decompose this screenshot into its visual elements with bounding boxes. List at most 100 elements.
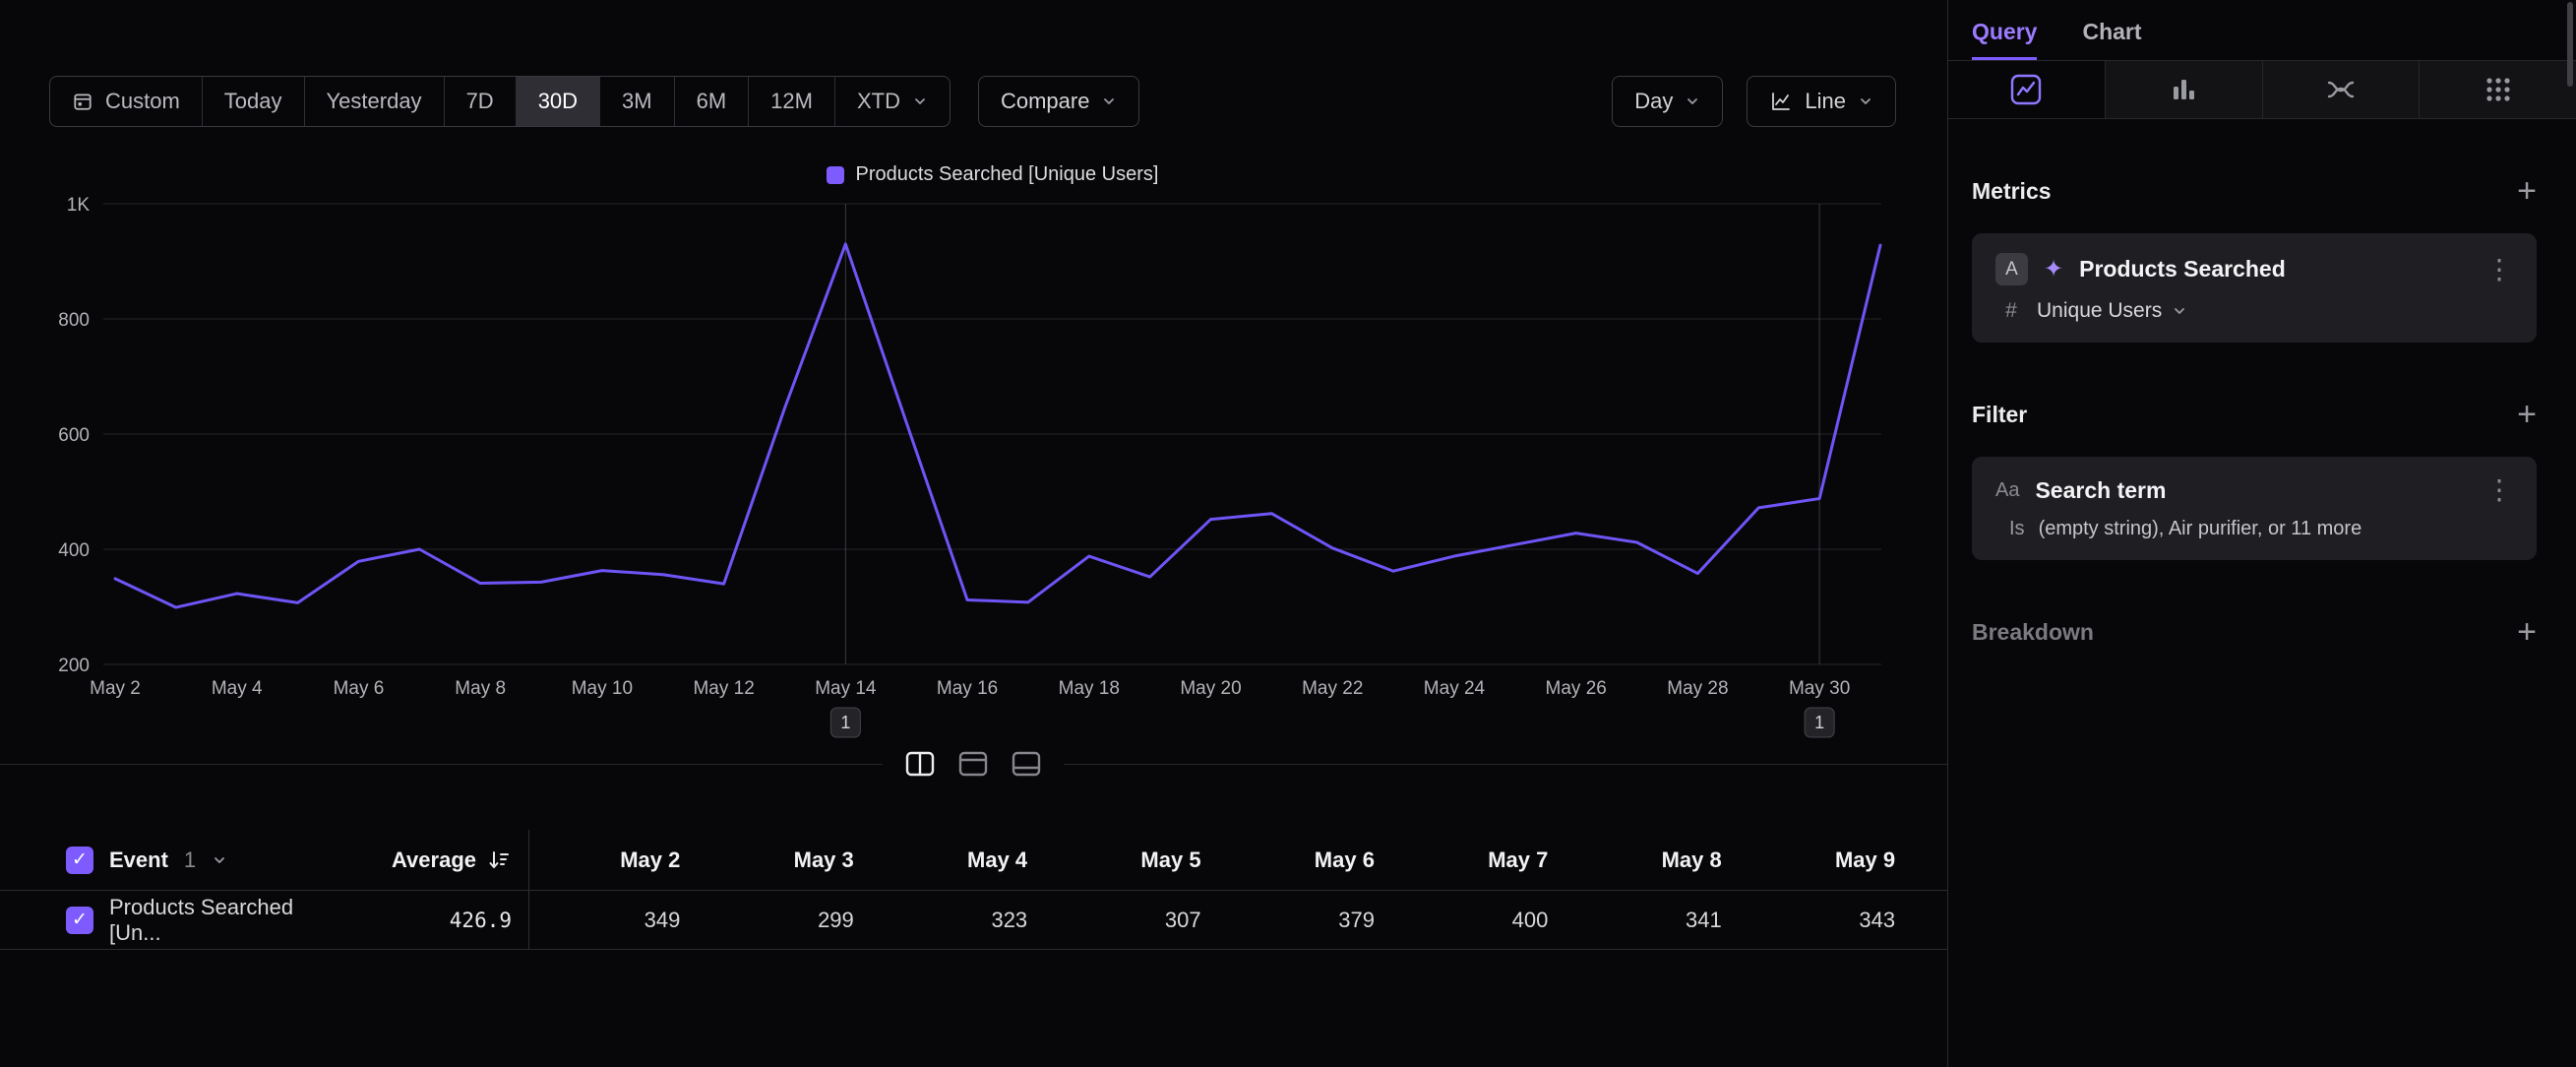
svg-text:May 16: May 16: [937, 678, 998, 699]
tab-chart[interactable]: Chart: [2082, 19, 2141, 60]
value-cell: 349: [529, 908, 703, 933]
svg-text:600: 600: [58, 425, 90, 446]
add-breakdown-button[interactable]: +: [2517, 615, 2537, 649]
viz-tab-bar-chart[interactable]: [2105, 61, 2262, 118]
text-type-icon: Aa: [1995, 479, 2019, 502]
breakdown-section-header: Breakdown +: [1972, 615, 2537, 649]
metric-series-badge: A: [1995, 253, 2028, 285]
svg-text:1: 1: [840, 713, 850, 732]
svg-text:May 22: May 22: [1302, 678, 1363, 699]
svg-text:May 26: May 26: [1546, 678, 1607, 699]
row-checkbox[interactable]: ✓: [66, 907, 93, 934]
sort-descending-icon: [486, 847, 512, 873]
metric-measure-row: # Unique Users: [1995, 299, 2513, 323]
svg-text:May 14: May 14: [815, 678, 877, 699]
measure-label: Unique Users: [2037, 299, 2162, 323]
kebab-menu-icon[interactable]: ⋮: [2485, 256, 2513, 283]
column-header: May 4: [877, 847, 1050, 873]
svg-text:May 2: May 2: [90, 678, 141, 699]
add-filter-button[interactable]: +: [2517, 398, 2537, 431]
metric-card[interactable]: A ✦ Products Searched ⋮ # Unique Users: [1972, 233, 2537, 343]
tab-query[interactable]: Query: [1972, 19, 2037, 60]
number-type-icon: #: [1999, 299, 2023, 323]
panel-scrollbar[interactable]: [2567, 2, 2573, 87]
svg-text:1: 1: [1814, 713, 1824, 732]
value-cell: 307: [1050, 908, 1223, 933]
sparkle-icon: ✦: [2044, 258, 2063, 282]
average-header-cell[interactable]: Average: [325, 830, 528, 890]
layout-split-bottom-icon[interactable]: [1007, 744, 1046, 784]
filter-operator: Is: [2009, 518, 2025, 540]
measure-dropdown[interactable]: Unique Users: [2037, 299, 2187, 323]
events-table: ✓ Event 1 Average May 2May 3May 4May 5Ma…: [0, 830, 1947, 950]
column-header: May 3: [703, 847, 876, 873]
value-cell: 299: [703, 908, 876, 933]
svg-text:May 8: May 8: [455, 678, 506, 699]
app-root: CustomTodayYesterday7D30D3M6M12MXTD Comp…: [0, 0, 2576, 1067]
table-row: ✓ Products Searched [Un... 426.9 3492993…: [0, 891, 1947, 950]
kebab-menu-icon[interactable]: ⋮: [2485, 476, 2513, 504]
event-name-cell: ✓ Products Searched [Un...: [0, 891, 325, 949]
average-value: 426.9: [450, 909, 512, 932]
chevron-down-icon[interactable]: [212, 852, 227, 868]
layout-split-top-icon[interactable]: [953, 744, 993, 784]
svg-text:May 12: May 12: [693, 678, 754, 699]
metric-card-main: A ✦ Products Searched ⋮: [1995, 253, 2513, 285]
event-count: 1: [184, 847, 196, 873]
panel-tabs: Query Chart: [1948, 0, 2576, 60]
value-cell: 400: [1397, 908, 1570, 933]
insights-line-icon: [2009, 73, 2043, 106]
viz-tab-line-chart[interactable]: [1948, 61, 2105, 118]
event-header-cell: ✓ Event 1: [0, 830, 325, 890]
column-header: May 5: [1050, 847, 1223, 873]
filter-card[interactable]: Aa Search term ⋮ Is (empty string), Air …: [1972, 457, 2537, 560]
svg-text:400: 400: [58, 540, 90, 561]
layout-toggle-group: [883, 742, 1064, 785]
filter-title: Filter: [1972, 402, 2027, 428]
value-cell: 341: [1570, 908, 1744, 933]
select-all-checkbox[interactable]: ✓: [66, 847, 93, 874]
svg-text:May 20: May 20: [1180, 678, 1241, 699]
date-columns-header: May 2May 3May 4May 5May 6May 7May 8May 9: [528, 830, 1947, 890]
column-header: May 6: [1224, 847, 1397, 873]
column-header: May 9: [1745, 847, 1918, 873]
annotation-badge[interactable]: 1: [1805, 708, 1834, 737]
query-panel: Query Chart Metrics + A ✦ P: [1947, 0, 2576, 1067]
bar-chart-icon: [2167, 73, 2200, 106]
filter-values: (empty string), Air purifier, or 11 more: [2039, 518, 2362, 540]
breakdown-title: Breakdown: [1972, 619, 2094, 646]
svg-text:May 6: May 6: [334, 678, 385, 699]
svg-text:May 18: May 18: [1059, 678, 1120, 699]
filter-condition-row[interactable]: Is (empty string), Air purifier, or 11 m…: [1995, 518, 2513, 540]
viz-tab-metrics-grid[interactable]: [2419, 61, 2576, 118]
column-header: May 2: [529, 847, 703, 873]
value-cell: 323: [877, 908, 1050, 933]
svg-text:May 4: May 4: [212, 678, 263, 699]
svg-text:1K: 1K: [67, 195, 91, 216]
metric-name: Products Searched: [2079, 256, 2286, 282]
viz-tab-flows[interactable]: [2262, 61, 2420, 118]
filter-property-name: Search term: [2035, 477, 2166, 504]
add-metric-button[interactable]: +: [2517, 174, 2537, 208]
annotation-badge[interactable]: 1: [830, 708, 860, 737]
table-header-row: ✓ Event 1 Average May 2May 3May 4May 5Ma…: [0, 830, 1947, 891]
svg-text:May 24: May 24: [1424, 678, 1486, 699]
value-cell: 343: [1745, 908, 1918, 933]
svg-text:May 28: May 28: [1667, 678, 1728, 699]
chevron-down-icon: [2172, 303, 2187, 319]
filter-card-main: Aa Search term ⋮: [1995, 476, 2513, 504]
event-header-label: Event: [109, 847, 168, 873]
svg-text:May 30: May 30: [1789, 678, 1850, 699]
visualization-tabs: [1948, 60, 2576, 119]
metrics-section-header: Metrics +: [1972, 174, 2537, 208]
svg-text:200: 200: [58, 656, 90, 676]
grid-dots-icon: [2482, 73, 2515, 106]
column-header: May 7: [1397, 847, 1570, 873]
svg-text:800: 800: [58, 310, 90, 331]
line-chart[interactable]: 200 400 600 800 1K May 2 May 4 May 6 May 8 May 10…: [0, 0, 1947, 778]
layout-split-vertical-icon[interactable]: [900, 744, 940, 784]
filter-section-header: Filter +: [1972, 398, 2537, 431]
date-value-cells: 349299323307379400341343: [528, 891, 1947, 949]
svg-text:May 10: May 10: [572, 678, 633, 699]
average-value-cell: 426.9: [325, 891, 528, 949]
